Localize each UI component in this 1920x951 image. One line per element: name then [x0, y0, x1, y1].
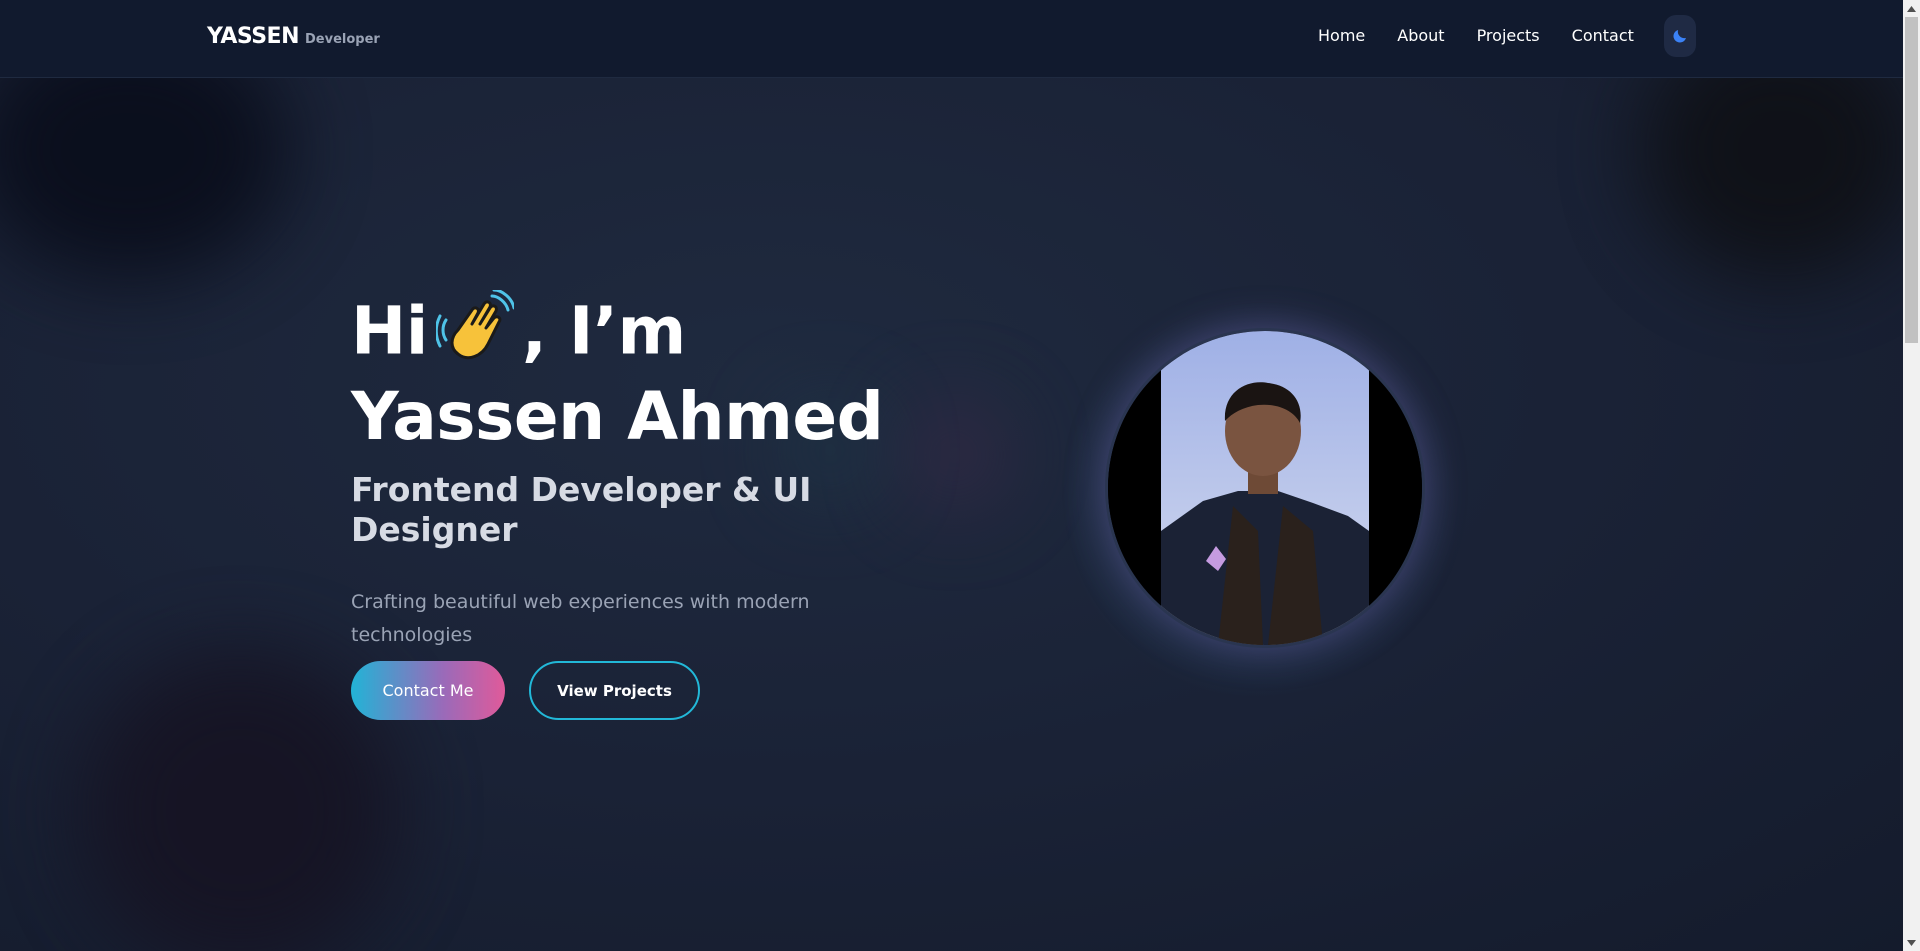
brand-name: YASSEN	[207, 24, 300, 49]
main-nav: Home About Projects Contact	[1318, 26, 1666, 45]
moon-icon	[1673, 30, 1686, 43]
greeting-suffix: , I’m	[521, 292, 686, 370]
scroll-thumb[interactable]	[1905, 17, 1918, 343]
brand-logo[interactable]: YASSEN Developer	[207, 24, 380, 49]
hero-role: Frontend Developer & UI Designer	[351, 470, 812, 549]
nav-projects[interactable]: Projects	[1477, 26, 1540, 45]
waving-hand-icon	[434, 288, 516, 381]
contact-me-button[interactable]: Contact Me	[351, 661, 505, 720]
brand-subtitle: Developer	[305, 32, 380, 47]
scroll-down-arrow[interactable]	[1903, 934, 1920, 951]
hero-actions: Contact Me View Projects	[351, 661, 700, 720]
view-projects-button[interactable]: View Projects	[529, 661, 700, 720]
hero-tagline: Crafting beautiful web experiences with …	[351, 591, 810, 646]
hero-name: Yassen Ahmed	[351, 378, 884, 455]
hero-section: Hi , I’m Yassen Ahmed Frontend Developer…	[351, 288, 911, 652]
nav-about[interactable]: About	[1397, 26, 1444, 45]
scroll-up-arrow[interactable]	[1903, 0, 1920, 17]
greeting-text: Hi	[351, 292, 428, 370]
portfolio-page: YASSEN Developer Home About Projects Con…	[0, 0, 1920, 951]
profile-photo	[1105, 328, 1425, 648]
theme-toggle-button[interactable]	[1664, 15, 1696, 57]
page-scrollbar[interactable]	[1903, 0, 1920, 951]
nav-contact[interactable]: Contact	[1572, 26, 1634, 45]
nav-home[interactable]: Home	[1318, 26, 1365, 45]
decor-blob	[900, 400, 1010, 510]
hero-title: Hi , I’m Yassen Ahmed	[351, 288, 911, 455]
site-header: YASSEN Developer Home About Projects Con…	[0, 0, 1903, 78]
